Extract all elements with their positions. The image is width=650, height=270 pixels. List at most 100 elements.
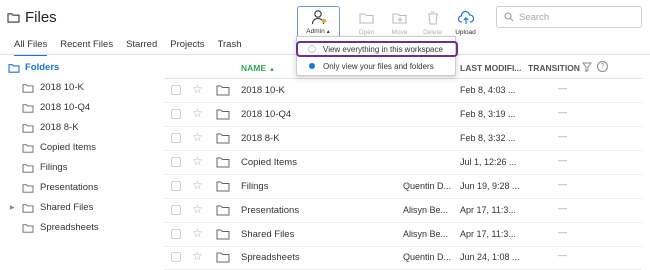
row-checkbox[interactable]	[171, 205, 181, 215]
option-label: Only view your files and folders	[323, 61, 434, 71]
row-name[interactable]: Copied Items	[241, 157, 297, 168]
row-name[interactable]: Presentations	[241, 205, 299, 216]
row-transition: —	[558, 131, 567, 141]
upload-label: Upload	[455, 29, 476, 36]
folder-icon	[216, 181, 230, 192]
row-checkbox[interactable]	[171, 252, 181, 262]
move-icon	[391, 13, 407, 24]
row-name[interactable]: Shared Files	[241, 229, 294, 240]
folder-icon	[216, 157, 230, 168]
column-header-transition[interactable]: TRANSITION	[528, 63, 580, 73]
table-row[interactable]: ☆ Spreadsheets Quentin D... Jun 24, 1:08…	[164, 246, 642, 270]
delete-button[interactable]: Delete	[416, 6, 449, 38]
sidebar-item-2018-8-k[interactable]: 2018 8-K	[22, 122, 79, 133]
search-icon	[504, 12, 514, 22]
table-row[interactable]: ☆ Filings Quentin D... Jun 19, 9:28 ... …	[164, 175, 642, 199]
star-icon[interactable]: ☆	[192, 130, 203, 144]
row-checkbox[interactable]	[171, 133, 181, 143]
open-label: Open	[358, 29, 375, 36]
search-input[interactable]	[519, 11, 629, 23]
row-checkbox[interactable]	[171, 181, 181, 191]
row-owner: Alisyn Be...	[403, 229, 449, 239]
folder-icon	[216, 252, 230, 263]
folder-icon	[22, 203, 34, 213]
row-checkbox[interactable]	[171, 229, 181, 239]
row-modified: Jun 24, 1:08 ...	[460, 252, 520, 262]
help-icon[interactable]: ?	[597, 61, 608, 72]
table-row[interactable]: ☆ 2018 8-K Feb 8, 3:32 ... —	[164, 127, 642, 151]
folder-icon	[22, 143, 34, 153]
folder-icon	[8, 63, 20, 73]
row-transition: —	[558, 107, 567, 117]
row-name[interactable]: 2018 10-Q4	[241, 109, 291, 120]
row-transition: —	[558, 155, 567, 165]
column-tools: ?	[582, 61, 608, 72]
star-icon[interactable]: ☆	[192, 202, 203, 216]
folder-icon	[22, 223, 34, 233]
page-title: Files	[25, 9, 57, 26]
star-icon[interactable]: ☆	[192, 226, 203, 240]
row-modified: Apr 17, 11:3...	[460, 229, 516, 239]
sidebar-item-2018-10-q4[interactable]: 2018 10-Q4	[22, 102, 90, 113]
move-button[interactable]: Move	[383, 6, 416, 38]
sidebar-item-copied-items[interactable]: Copied Items	[22, 142, 96, 153]
folder-icon	[216, 85, 230, 96]
column-header-name[interactable]: NAME ▲	[241, 63, 275, 73]
row-checkbox[interactable]	[171, 157, 181, 167]
folder-icon	[22, 163, 34, 173]
row-name[interactable]: Spreadsheets	[241, 252, 300, 263]
star-icon[interactable]: ☆	[192, 106, 203, 120]
sidebar-item-shared-files[interactable]: Shared Files	[22, 202, 93, 213]
delete-label: Delete	[423, 29, 442, 36]
sidebar-item-label: 2018 10-K	[40, 82, 84, 93]
admin-button[interactable]: Admin▲	[297, 6, 340, 38]
row-modified: Feb 8, 3:19 ...	[460, 109, 516, 119]
column-header-modified[interactable]: LAST MODIFI...	[460, 63, 521, 73]
row-transition: —	[558, 179, 567, 189]
sidebar-folders-heading[interactable]: Folders	[8, 62, 59, 73]
search-box[interactable]	[496, 6, 642, 28]
sidebar-item-filings[interactable]: Filings	[22, 162, 67, 173]
row-checkbox[interactable]	[171, 109, 181, 119]
table-row[interactable]: ☆ 2018 10-Q4 Feb 8, 3:19 ... —	[164, 103, 642, 127]
table-row[interactable]: ☆ Shared Files Alisyn Be... Apr 17, 11:3…	[164, 223, 642, 247]
sidebar-item-presentations[interactable]: Presentations	[22, 182, 98, 193]
admin-label: Admin	[306, 28, 325, 35]
sort-ascending-icon: ▲	[269, 67, 275, 73]
star-icon[interactable]: ☆	[192, 178, 203, 192]
folder-icon	[216, 205, 230, 216]
move-label: Move	[391, 29, 408, 36]
table-row[interactable]: ☆ Presentations Alisyn Be... Apr 17, 11:…	[164, 199, 642, 223]
star-icon[interactable]: ☆	[192, 249, 203, 263]
sidebar-item-label: Copied Items	[40, 142, 96, 153]
row-name[interactable]: 2018 10-K	[241, 85, 285, 96]
filter-icon[interactable]	[582, 62, 592, 72]
option-only-your-files[interactable]: Only view your files and folders	[297, 59, 455, 73]
sidebar-item-label: 2018 8-K	[40, 122, 79, 133]
row-modified: Jul 1, 12:26 ...	[460, 157, 517, 167]
row-name[interactable]: Filings	[241, 181, 268, 192]
table-row[interactable]: ☆ 2018 10-K Feb 8, 4:03 ... —	[164, 79, 642, 103]
row-modified: Feb 8, 4:03 ...	[460, 85, 516, 95]
star-icon[interactable]: ☆	[192, 154, 203, 168]
sidebar-item-label: 2018 10-Q4	[40, 102, 91, 113]
sidebar-item-spreadsheets[interactable]: Spreadsheets	[22, 222, 99, 233]
upload-button[interactable]: Upload	[449, 6, 482, 38]
sidebar-item-label: Presentations	[40, 182, 99, 193]
row-owner: Quentin D...	[403, 181, 452, 191]
option-view-everything[interactable]: View everything in this workspace	[296, 41, 458, 57]
sidebar-item-2018-10-k[interactable]: 2018 10-K	[22, 82, 84, 93]
open-folder-icon	[358, 13, 374, 24]
row-transition: —	[558, 250, 567, 260]
folder-icon	[216, 133, 230, 144]
star-icon[interactable]: ☆	[192, 82, 203, 96]
row-checkbox[interactable]	[171, 85, 181, 95]
caret-up-icon: ▲	[325, 29, 331, 35]
table-row[interactable]: ☆ Copied Items Jul 1, 12:26 ... —	[164, 151, 642, 175]
column-header-name-label: NAME	[241, 63, 267, 73]
open-button[interactable]: Open	[350, 6, 383, 38]
expand-caret-icon[interactable]: ▶	[10, 204, 15, 211]
row-name[interactable]: 2018 8-K	[241, 133, 280, 144]
folder-icon	[22, 83, 34, 93]
folder-icon	[7, 13, 20, 23]
